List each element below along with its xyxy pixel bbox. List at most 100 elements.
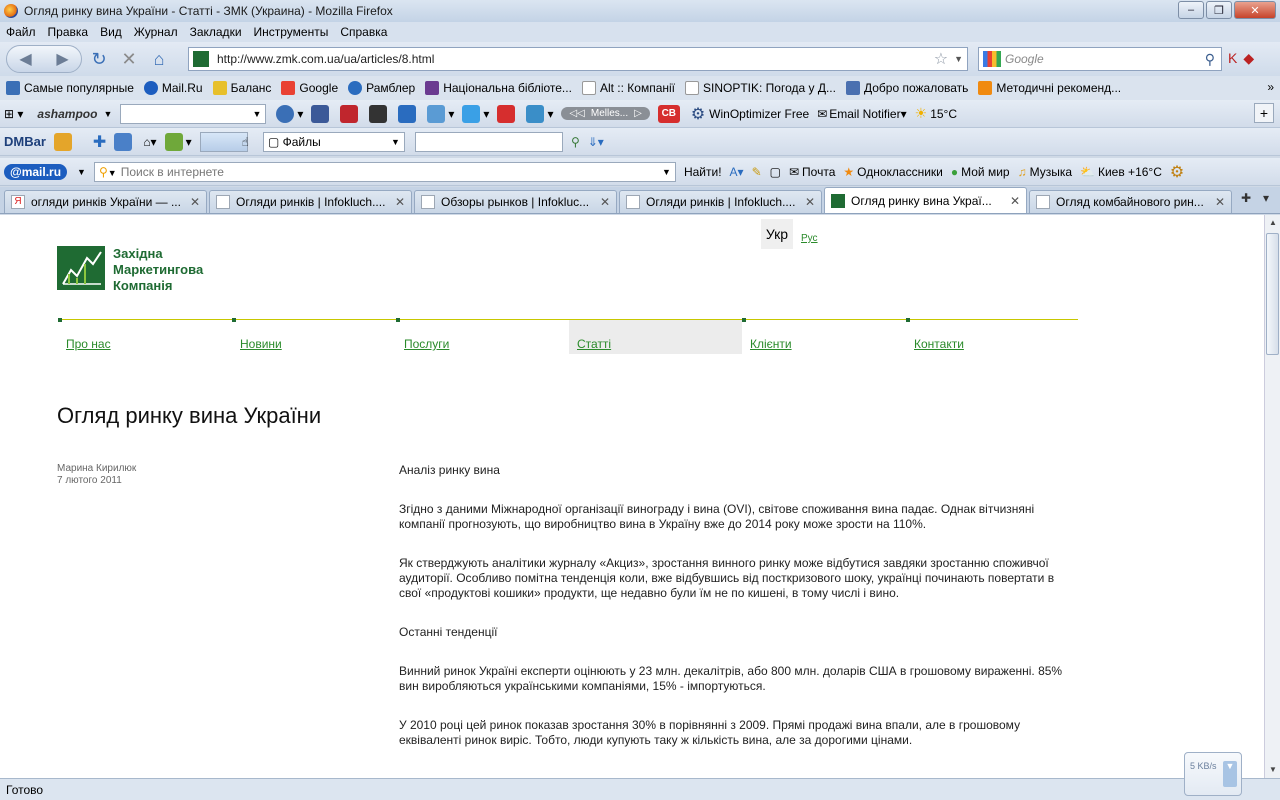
mail-button[interactable]: ✉ Почта [789,165,835,179]
menu-edit[interactable]: Правка [48,25,89,39]
minimize-button[interactable]: – [1178,1,1204,19]
url-text[interactable]: http://www.zmk.com.ua/ua/articles/8.html [217,52,934,66]
back-arrow-icon[interactable]: ◀ [19,49,31,69]
copy-icon[interactable] [114,132,135,151]
odnoklassniki-button[interactable]: ★ Одноклассники [843,165,942,179]
myworld-button[interactable]: ● Мой мир [951,165,1010,179]
url-dropdown-icon[interactable]: ▼ [954,54,963,64]
music-button[interactable]: ♫ Музыка [1018,165,1072,179]
weather-widget[interactable]: ☀ 15°C [915,105,957,122]
winoptimizer-button[interactable]: ⚙ WinOptimizer Free [691,104,809,124]
nav-news[interactable]: Новини [232,318,396,354]
facebook-icon[interactable] [311,104,332,123]
reload-icon[interactable]: ↻ [86,49,112,70]
download-icon[interactable]: ⇓▾ [588,135,604,149]
list-tabs-icon[interactable]: ▾ [1256,191,1276,205]
close-tab-icon[interactable]: ✕ [190,195,200,209]
ashampoo-dropdown-icon[interactable]: ▼ [103,109,112,119]
nav-about[interactable]: Про нас [58,318,232,354]
tab[interactable]: Яогляди ринків України — ... ✕ [4,190,207,213]
cb-icon[interactable]: CB [657,104,683,123]
ashampoo-search-combo[interactable]: ▼ [120,103,267,124]
addon-red-icon[interactable]: ◆ [1243,50,1254,67]
close-tab-icon[interactable]: ✕ [1215,195,1225,209]
new-tab-icon[interactable]: ✚ [1236,191,1256,205]
addon-icon[interactable] [369,104,390,123]
bookmark-item[interactable]: Alt :: Компанії [581,81,675,95]
tab-active[interactable]: Огляд ринку вина Украї... ✕ [824,187,1027,213]
bookmark-star-icon[interactable]: ☆ [934,49,948,69]
close-tab-icon[interactable]: ✕ [600,195,610,209]
home-icon[interactable]: ⌂ [146,49,172,70]
dmbar-search-input[interactable] [414,131,563,152]
font-size-icon[interactable]: A▾ [730,165,744,179]
dmbar-logo[interactable]: DMBar [4,134,46,149]
bookmark-item[interactable]: Самые популярные [6,81,134,95]
add-icon[interactable]: ✚ [93,132,106,152]
scrollbar-thumb[interactable] [1266,233,1279,355]
bookmark-item[interactable]: Баланс [212,81,271,95]
scroll-down-arrow-icon[interactable]: ▼ [1265,762,1280,778]
menu-file[interactable]: Файл [6,25,36,39]
settings-gear-icon[interactable]: ⚙ [1170,162,1184,182]
addon-icon[interactable]: ▾ [427,104,454,123]
stop-icon[interactable]: ✕ [116,49,142,70]
bookmark-item[interactable]: Методичні рекоменд... [978,81,1121,95]
toolbar-options-icon[interactable]: ⊞ ▾ [4,107,23,121]
bookmark-item[interactable]: Національна бібліоте... [425,81,572,95]
mailru-search-input[interactable]: ⚲▼ Поиск в интернете ▼ [93,161,676,182]
nav-contacts[interactable]: Контакти [906,318,1078,354]
tab[interactable]: Огляди ринків | Infokluch.... ✕ [209,190,412,213]
page-search-icon[interactable]: ▢ [770,165,781,179]
home-icon[interactable]: ⌂▾ [143,135,156,149]
bookmark-item[interactable]: Google [281,81,338,95]
close-tab-icon[interactable]: ✕ [805,195,815,209]
language-rus-link[interactable]: Рус [801,233,818,244]
search-icon[interactable]: ⚲ [1205,51,1215,68]
hand-icon[interactable]: ☝ [242,135,249,149]
nav-clients[interactable]: Клієнти [742,318,906,354]
menu-view[interactable]: Вид [100,25,122,39]
menu-bookmarks[interactable]: Закладки [190,25,242,39]
forward-arrow-icon[interactable]: ▶ [56,49,68,69]
bookmark-item[interactable]: Mail.Ru [143,81,203,95]
media-player-control[interactable]: ◁◁ Melles... ▷ [561,107,650,120]
files-dropdown[interactable]: ▢ Файлы ▼ [262,131,405,152]
youtube-icon[interactable] [497,104,518,123]
add-toolbar-button[interactable]: + [1254,103,1274,123]
nav-services[interactable]: Послуги [396,318,569,354]
vertical-scrollbar[interactable]: ▲ ▼ [1264,215,1280,778]
tab[interactable]: Огляд комбайнового рин... ✕ [1029,190,1232,213]
close-tab-icon[interactable]: ✕ [395,195,405,209]
addon-k-icon[interactable]: K [1228,50,1237,67]
nav-articles[interactable]: Статті [569,320,742,354]
addon-icon[interactable] [398,104,419,123]
bookmarks-overflow-icon[interactable]: » [1267,80,1274,94]
go-arrow-icon[interactable]: ▾ [276,104,303,123]
tab[interactable]: Обзоры рынков | Infokluc... ✕ [414,190,617,213]
tab[interactable]: Огляди ринків | Infokluch.... ✕ [619,190,822,213]
email-notifier-button[interactable]: ✉ Email Notifier ▾ [817,107,906,121]
menu-history[interactable]: Журнал [134,25,178,39]
bookmark-item[interactable]: SINOPTIK: Погода у Д... [685,81,836,95]
company-logo[interactable]: Західна Маркетингова Компанія [57,246,203,294]
close-window-button[interactable]: ✕ [1234,1,1276,19]
addon-icon[interactable]: ▾ [526,104,553,123]
addon-red-icon[interactable] [340,104,361,123]
back-forward-buttons[interactable]: ◀ ▶ [6,45,82,73]
scroll-up-arrow-icon[interactable]: ▲ [1265,215,1280,231]
google-engine-icon[interactable] [983,51,1001,67]
search-icon[interactable]: ⚲ [571,135,580,149]
dmbar-icon[interactable] [53,132,75,151]
close-tab-icon[interactable]: ✕ [1010,194,1020,208]
bookmark-item[interactable]: Добро пожаловать [845,81,968,95]
find-button[interactable]: Найти! [684,165,722,179]
dmbar-field[interactable] [199,131,248,152]
bookmark-item[interactable]: Рамблер [348,81,415,95]
search-box[interactable]: Google ⚲ [978,47,1222,71]
menu-help[interactable]: Справка [340,25,387,39]
download-speed-widget[interactable]: 5 KB/s ▼ [1184,752,1242,796]
highlight-icon[interactable]: ✎ [752,165,762,179]
maximize-button[interactable]: ❐ [1206,1,1232,19]
tools-icon[interactable]: ▾ [164,132,192,151]
